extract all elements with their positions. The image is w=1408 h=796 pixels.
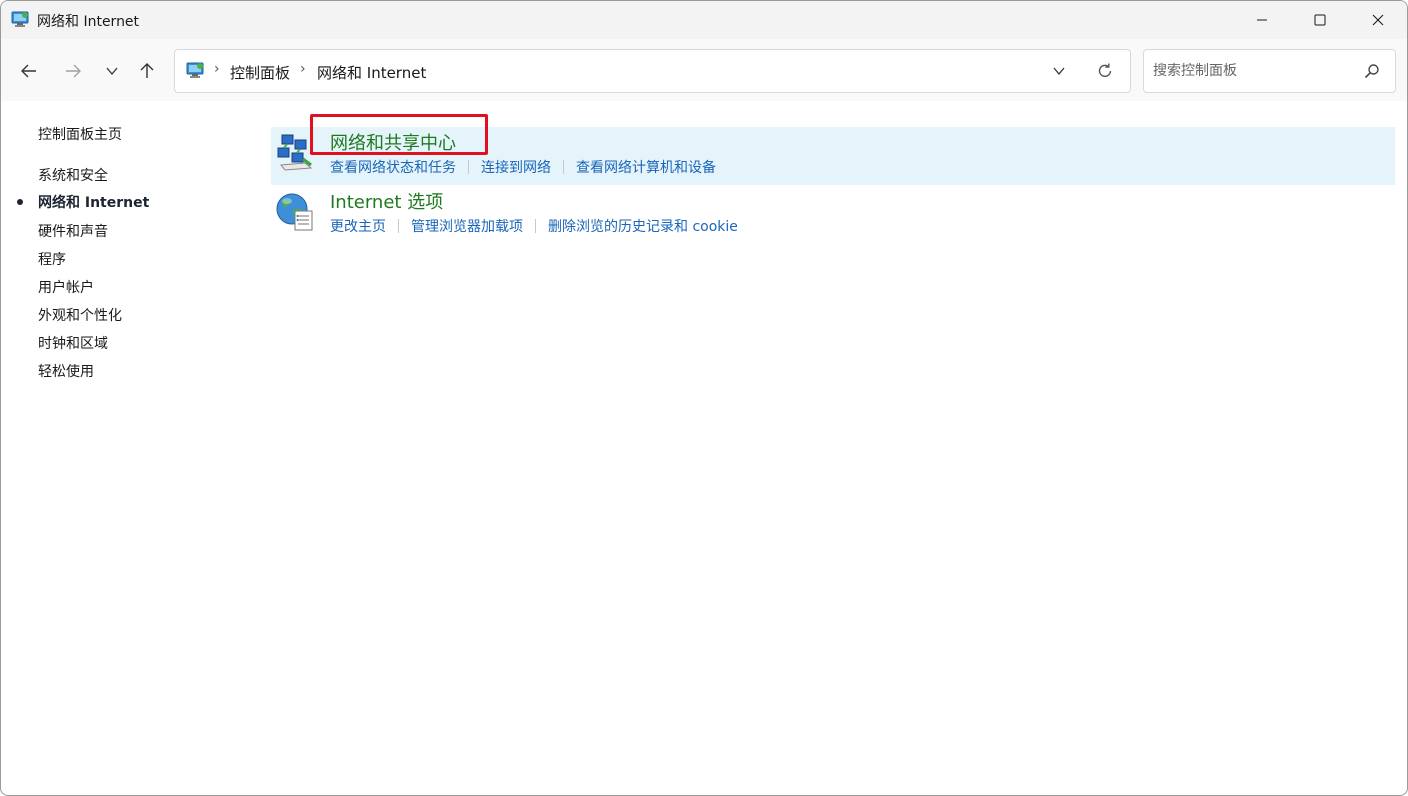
category-internet-options[interactable]: Internet 选项 更改主页 管理浏览器加载项 删除浏览的历史记录和 coo… xyxy=(271,186,1395,244)
task-manage-browser-addons[interactable]: 管理浏览器加载项 xyxy=(411,216,523,236)
network-sharing-icon xyxy=(277,134,313,171)
minimize-button[interactable] xyxy=(1233,1,1291,39)
search-box[interactable] xyxy=(1143,49,1396,93)
refresh-button[interactable] xyxy=(1094,61,1116,81)
address-bar[interactable]: › 控制面板 › 网络和 Internet xyxy=(174,49,1131,93)
control-panel-location-icon xyxy=(186,62,204,78)
window-title: 网络和 Internet xyxy=(37,14,140,30)
sidebar-item-clock-region[interactable]: 时钟和区域 xyxy=(38,333,108,353)
search-button[interactable] xyxy=(1362,61,1382,81)
back-arrow-icon xyxy=(21,64,36,78)
control-panel-app-icon xyxy=(11,11,29,27)
search-icon xyxy=(1364,64,1379,79)
forward-arrow-icon xyxy=(66,64,81,78)
sidebar: 控制面板主页 系统和安全 网络和 Internet 硬件和声音 程序 用户帐户 … xyxy=(1,101,261,795)
sidebar-item-appearance[interactable]: 外观和个性化 xyxy=(38,305,122,325)
maximize-button[interactable] xyxy=(1291,1,1349,39)
breadcrumb-separator[interactable]: › xyxy=(214,61,220,77)
network-sharing-center-link[interactable]: 网络和共享中心 xyxy=(330,129,456,155)
forward-button[interactable] xyxy=(59,57,87,85)
sidebar-item-ease-of-access[interactable]: 轻松使用 xyxy=(38,361,94,381)
maximize-icon xyxy=(1314,14,1326,26)
search-input[interactable] xyxy=(1144,50,1355,92)
task-view-network-status[interactable]: 查看网络状态和任务 xyxy=(330,157,456,177)
internet-options-tasks: 更改主页 管理浏览器加载项 删除浏览的历史记录和 cookie xyxy=(330,216,738,236)
sidebar-item-user-accounts[interactable]: 用户帐户 xyxy=(38,277,94,297)
breadcrumb-network-internet[interactable]: 网络和 Internet xyxy=(317,62,426,83)
network-sharing-tasks: 查看网络状态和任务 连接到网络 查看网络计算机和设备 xyxy=(330,157,716,177)
task-connect-to-network[interactable]: 连接到网络 xyxy=(481,157,551,177)
up-button[interactable] xyxy=(133,57,161,85)
sidebar-item-programs[interactable]: 程序 xyxy=(38,249,66,269)
refresh-icon xyxy=(1098,63,1112,77)
recent-locations-button[interactable] xyxy=(98,57,126,85)
chevron-down-icon xyxy=(1053,67,1065,76)
category-network-sharing[interactable]: 网络和共享中心 查看网络状态和任务 连接到网络 查看网络计算机和设备 xyxy=(271,127,1395,185)
title-bar: 网络和 Internet xyxy=(1,1,1407,39)
navigation-bar: › 控制面板 › 网络和 Internet xyxy=(1,39,1407,101)
internet-options-globe-icon xyxy=(276,193,313,231)
sidebar-control-panel-home[interactable]: 控制面板主页 xyxy=(38,124,122,144)
task-change-home-page[interactable]: 更改主页 xyxy=(330,216,386,236)
back-button[interactable] xyxy=(15,57,43,85)
close-icon xyxy=(1372,14,1384,26)
breadcrumb-control-panel[interactable]: 控制面板 xyxy=(230,62,290,83)
address-dropdown-button[interactable] xyxy=(1048,61,1070,81)
task-divider xyxy=(398,219,399,233)
internet-options-link[interactable]: Internet 选项 xyxy=(330,188,443,214)
task-divider xyxy=(468,160,469,174)
sidebar-item-network-internet[interactable]: 网络和 Internet xyxy=(38,192,149,212)
task-delete-browsing-history[interactable]: 删除浏览的历史记录和 cookie xyxy=(548,216,738,236)
breadcrumb-separator[interactable]: › xyxy=(300,61,306,77)
minimize-icon xyxy=(1257,19,1267,21)
chevron-down-icon xyxy=(106,67,118,76)
control-panel-window: 网络和 Internet › 控制面板 › 网络和 Internet 搜索控制面… xyxy=(0,0,1408,796)
task-divider xyxy=(563,160,564,174)
task-view-network-computers[interactable]: 查看网络计算机和设备 xyxy=(576,157,716,177)
sidebar-item-hardware-sound[interactable]: 硬件和声音 xyxy=(38,221,108,241)
close-button[interactable] xyxy=(1349,1,1407,39)
sidebar-item-system-security[interactable]: 系统和安全 xyxy=(38,165,108,185)
active-item-bullet xyxy=(17,199,23,205)
task-divider xyxy=(535,219,536,233)
up-arrow-icon xyxy=(140,63,154,78)
